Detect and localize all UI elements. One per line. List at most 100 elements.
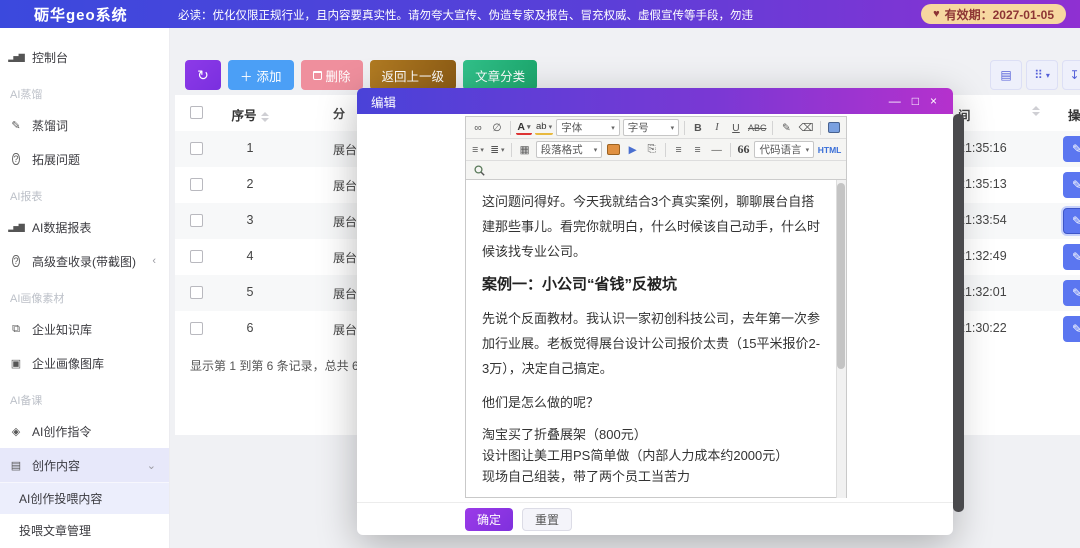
row-checkbox[interactable]	[190, 250, 203, 263]
confirm-button[interactable]: 确定	[465, 507, 514, 531]
italic-icon[interactable]: I	[709, 119, 725, 136]
article-category-button[interactable]: 文章分类	[463, 60, 538, 90]
sidebar-item-advanced-index-check[interactable]: ? 高级查收录(带截图) ‹	[0, 244, 169, 278]
horizontal-rule-icon[interactable]: —	[709, 141, 725, 158]
delete-label: 删除	[325, 69, 351, 84]
pencil-icon: ✎	[1071, 250, 1080, 264]
font-size-select[interactable]: 字号 ▾	[622, 119, 680, 136]
chevron-down-icon: ⌄	[146, 459, 156, 472]
image-icon: ▣	[10, 357, 22, 370]
underline-icon[interactable]: U	[728, 119, 744, 136]
tag-icon: ◈	[11, 425, 21, 438]
sidebar-item-console[interactable]: ▂▅▇ 控制台	[0, 40, 169, 74]
modal-scrollbar[interactable]	[953, 114, 964, 512]
minimize-icon[interactable]: —	[889, 93, 901, 109]
col-header-num[interactable]: 序号	[220, 105, 280, 124]
insert-media-icon[interactable]: ▶	[625, 141, 641, 158]
edit-row-button[interactable]: ✎	[1063, 208, 1080, 234]
row-checkbox[interactable]	[190, 178, 203, 191]
outdent-icon[interactable]: ≡	[671, 141, 687, 158]
edit-modal: 编辑 — □ × ∞ ∅ A ▾ ab ▾ 字体 ▾ 字号 ▾ B I U ABC	[357, 88, 953, 535]
export-button[interactable]: ↧ ▾	[1062, 60, 1080, 90]
paragraph-format-select[interactable]: 段落格式 ▾	[535, 141, 603, 158]
content-paragraph: 这问题问得好。今天我就结合3个真实案例，聊聊展台自搭建那些事儿。看完你就明白，什…	[482, 194, 821, 259]
modal-footer: 确定 重置	[357, 502, 953, 535]
refresh-button[interactable]: ↻	[185, 60, 221, 90]
editor-content[interactable]: 这问题问得好。今天我就结合3个真实案例，聊聊展台自搭建那些事儿。看完你就明白，什…	[466, 180, 836, 498]
blockquote-icon[interactable]: 66	[735, 141, 751, 158]
edit-row-button[interactable]: ✎	[1063, 136, 1080, 162]
fullscreen-icon[interactable]	[826, 119, 842, 136]
folder-icon: ▤	[10, 459, 22, 472]
notice-marquee: 必读：优化仅限正规行业，且内容要真实性。请勿夸大宣传、伪造专家及报告、冒充权威、…	[178, 10, 753, 22]
strikethrough-icon[interactable]: ABC	[747, 119, 768, 136]
reset-button[interactable]: 重置	[522, 507, 573, 531]
code-language-select[interactable]: 代码语言 ▾	[754, 141, 815, 158]
select-all-checkbox[interactable]	[190, 106, 203, 119]
col-header-category[interactable]: 分	[333, 105, 345, 122]
sidebar-item-ai-data-report[interactable]: ▂▅▇ AI数据报表	[0, 210, 169, 244]
sidebar-subitem-feed-article-manage[interactable]: 投喂文章管理	[0, 514, 169, 546]
add-button[interactable]: ＋ 添加	[228, 60, 294, 90]
rich-text-editor: ∞ ∅ A▾ ab▾ 字体▾ 字号▾ B I U ABC ✎ ⌫ ≡▾	[465, 116, 847, 498]
link-icon[interactable]: ∞	[470, 119, 486, 136]
ordered-list-icon[interactable]: ≡ ▾	[470, 141, 486, 158]
sidebar-item-create-content[interactable]: ▤ 创作内容 ⌄	[0, 448, 169, 482]
edit-row-button[interactable]: ✎	[1063, 172, 1080, 198]
font-color-icon[interactable]: A ▾	[515, 120, 532, 135]
sidebar-item-label: 企业画像图库	[32, 356, 105, 371]
sidebar-item-distill-words[interactable]: ✎ 蒸馏词	[0, 108, 169, 142]
sidebar-item-enterprise-gallery[interactable]: ▣ 企业画像图库	[0, 346, 169, 380]
format-brush-icon[interactable]: ✎	[778, 119, 794, 136]
back-button[interactable]: 返回上一级	[369, 60, 457, 90]
edit-row-button[interactable]: ✎	[1063, 280, 1080, 306]
row-checkbox[interactable]	[190, 142, 203, 155]
preview-magnifier-icon[interactable]	[470, 162, 487, 179]
html-source-button[interactable]: HTML	[817, 141, 842, 158]
columns-button[interactable]: ⠿ ▾	[1026, 60, 1058, 90]
maximize-icon[interactable]: □	[912, 93, 919, 109]
font-family-select[interactable]: 字体 ▾	[556, 119, 620, 136]
sidebar-item-label: 企业知识库	[32, 322, 93, 337]
edit-row-button[interactable]: ✎	[1063, 244, 1080, 270]
row-checkbox[interactable]	[190, 214, 203, 227]
row-time: 21:32:49	[958, 249, 1007, 263]
table-icon[interactable]: ▦	[517, 141, 533, 158]
pencil-icon: ✎	[1071, 142, 1080, 156]
sidebar-item-label: 高级查收录(带截图)	[32, 254, 136, 269]
delete-button[interactable]: 删除	[300, 60, 363, 90]
sort-carets-icon	[260, 111, 269, 122]
pencil-icon: ✎	[1071, 286, 1080, 300]
sort-carets-icon	[1032, 106, 1040, 116]
eraser-icon[interactable]: ⌫	[797, 119, 814, 136]
col-header-action: 操	[1068, 109, 1080, 123]
indent-icon[interactable]: ≡	[690, 141, 706, 158]
close-icon[interactable]: ×	[930, 93, 937, 109]
editor-scrollbar-thumb[interactable]	[837, 183, 845, 369]
row-checkbox[interactable]	[190, 322, 203, 335]
bold-icon[interactable]: B	[690, 119, 706, 136]
sidebar-item-label: AI创作指令	[32, 424, 92, 439]
sidebar-subitem-ai-feed-content[interactable]: AI创作投喂内容	[0, 482, 169, 514]
unordered-list-icon[interactable]: ≣ ▾	[489, 141, 506, 158]
row-checkbox[interactable]	[190, 286, 203, 299]
sidebar-item-ai-create-command[interactable]: ◈ AI创作指令	[0, 414, 169, 448]
edit-row-button[interactable]: ✎	[1063, 316, 1080, 342]
card-view-button[interactable]: ▤	[990, 60, 1022, 90]
insert-image-icon[interactable]	[605, 141, 621, 158]
sidebar-item-enterprise-knowledge[interactable]: ⧉ 企业知识库	[0, 312, 169, 346]
editor-scrollbar[interactable]	[836, 180, 846, 498]
attachment-icon[interactable]: ⎘	[644, 141, 660, 158]
unlink-icon[interactable]: ∅	[489, 119, 505, 136]
sidebar-item-expand-questions[interactable]: ? 拓展问题	[0, 142, 169, 176]
table-toolbar-right: ▤ ⠿ ▾ ↧ ▾	[990, 60, 1080, 90]
highlight-color-icon[interactable]: ab ▾	[534, 120, 554, 135]
trash-icon	[312, 70, 322, 80]
row-num: 6	[246, 321, 254, 335]
app-root: 砺华geo系统 必读：优化仅限正规行业，且内容要真实性。请勿夸大宣传、伪造专家及…	[0, 0, 1080, 548]
sidebar-section-ai-portrait: AI画像素材	[10, 293, 65, 305]
refresh-icon: ↻	[197, 66, 209, 83]
row-time: 21:35:16	[958, 141, 1007, 155]
content-line: 淘宝买了折叠展架（800元）	[482, 427, 647, 442]
row-num: 4	[246, 249, 254, 263]
